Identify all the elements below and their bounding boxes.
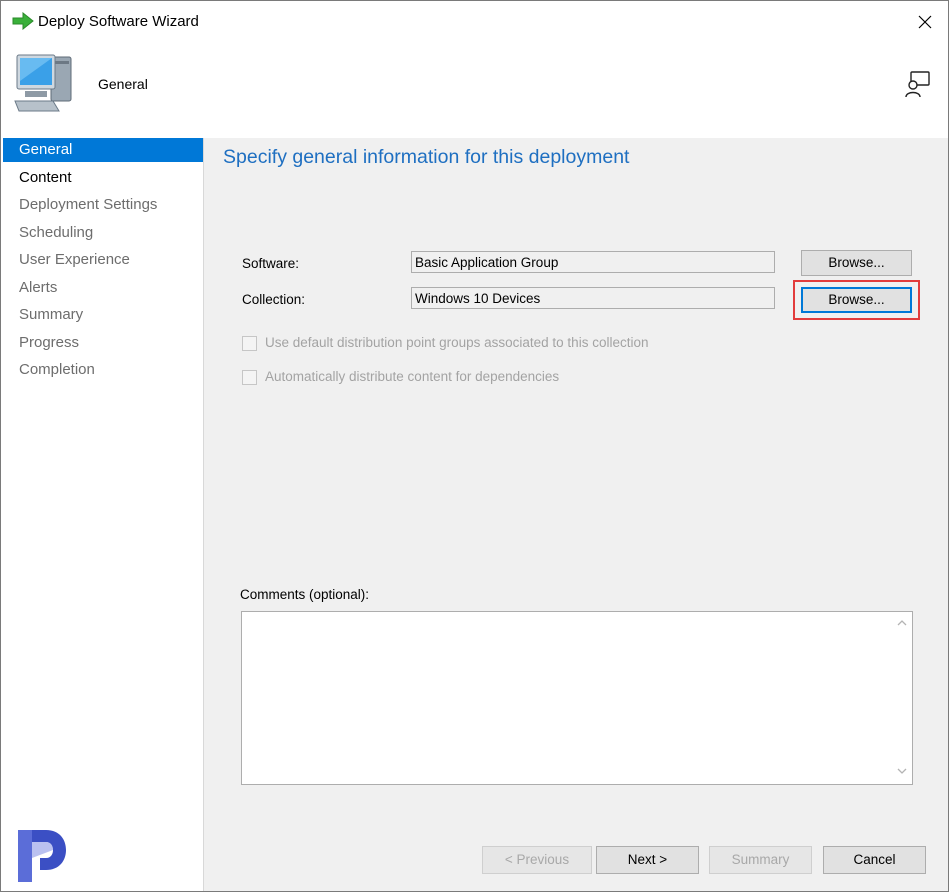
scroll-up-icon[interactable] (896, 618, 908, 628)
annotation-highlight-box (793, 280, 920, 320)
sidebar-item-deployment-settings: Deployment Settings (19, 196, 158, 213)
scroll-down-icon[interactable] (896, 766, 908, 776)
software-label: Software: (242, 256, 300, 271)
wizard-main-panel: Specify general information for this dep… (204, 138, 948, 891)
next-button[interactable]: Next > (596, 846, 699, 874)
computer-icon (14, 54, 72, 112)
software-browse-button[interactable]: Browse... (801, 250, 912, 276)
page-heading: Specify general information for this dep… (223, 146, 630, 168)
software-field[interactable] (411, 251, 775, 273)
wizard-header: General (1, 43, 948, 138)
sidebar-item-summary: Summary (19, 306, 84, 323)
collection-label: Collection: (242, 292, 306, 307)
default-dp-groups-checkbox[interactable] (242, 336, 257, 351)
window-title: Deploy Software Wizard (38, 13, 199, 30)
title-bar: Deploy Software Wizard (1, 1, 948, 43)
sidebar-item-content: Content (19, 169, 72, 186)
sidebar-item-alerts: Alerts (19, 279, 58, 296)
comments-textarea[interactable] (241, 611, 913, 785)
previous-button[interactable]: < Previous (482, 846, 592, 874)
distribute-dependencies-label: Automatically distribute content for dep… (265, 369, 560, 384)
sidebar-item-scheduling: Scheduling (19, 224, 94, 241)
default-dp-groups-label: Use default distribution point groups as… (265, 335, 649, 350)
collection-field[interactable] (411, 287, 775, 309)
summary-button[interactable]: Summary (709, 846, 812, 874)
comments-label: Comments (optional): (240, 587, 370, 602)
sidebar-item-completion: Completion (19, 361, 95, 378)
wizard-steps-sidebar: General Content Deployment Settings Sche… (1, 138, 204, 891)
distribute-dependencies-checkbox[interactable] (242, 370, 257, 385)
close-icon[interactable] (909, 7, 941, 37)
wizard-window: Deploy Software Wizard General General C… (0, 0, 949, 892)
brand-logo (18, 830, 66, 882)
sidebar-item-progress: Progress (19, 334, 80, 351)
cancel-button[interactable]: Cancel (823, 846, 926, 874)
header-title: General (98, 76, 148, 92)
comments-scrollbar[interactable] (892, 612, 912, 784)
sidebar-item-user-experience: User Experience (19, 251, 130, 268)
green-arrow-icon (12, 12, 34, 30)
sidebar-item-general: General (3, 138, 203, 162)
help-icon[interactable] (903, 69, 933, 99)
